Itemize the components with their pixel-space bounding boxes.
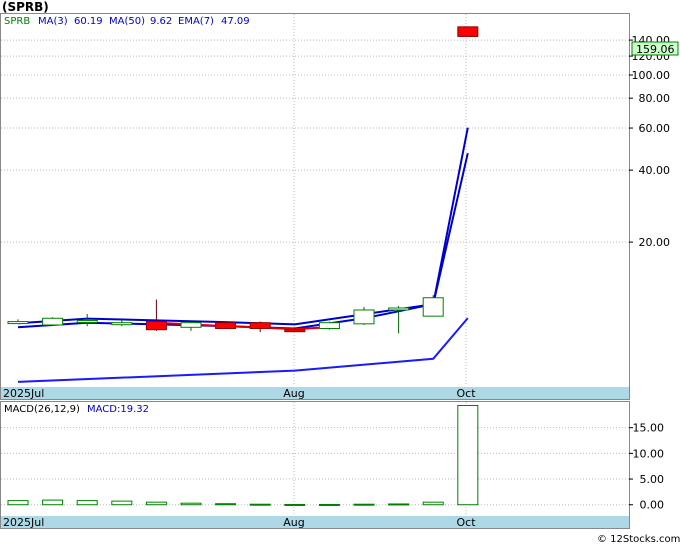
candle-body (215, 322, 237, 330)
price-tick-label: 60.00 (639, 122, 671, 135)
macd-bar (145, 501, 167, 506)
legend-ma3-label: MA(3) (38, 16, 68, 27)
macd-bar (353, 503, 375, 506)
last-price-tag: 159.06 (631, 41, 679, 56)
price-tick-label: 20.00 (639, 236, 671, 249)
macd-axis-labels: 0.00 5.00 10.00 15.00 (633, 422, 665, 512)
candle-body (353, 309, 375, 325)
macd-tick-label: 15.00 (633, 422, 665, 435)
macd-bar (284, 503, 306, 506)
macd-bar (318, 503, 340, 506)
macd-panel (0, 401, 630, 529)
legend-ma3-value: 60.19 (74, 16, 103, 27)
price-tick-label: 100.00 (632, 69, 671, 82)
macd-bar (388, 503, 410, 506)
macd-tick-label: 5.00 (640, 473, 665, 486)
price-xtick-label: Aug (283, 387, 304, 400)
candle-body (318, 322, 340, 330)
candle-body (422, 297, 444, 317)
macd-bar (249, 503, 271, 506)
macd-tick-label: 10.00 (633, 447, 665, 460)
price-xtick-label: 2025Jul (3, 387, 44, 400)
macd-bar (215, 503, 237, 506)
candle-body (388, 307, 410, 311)
legend-ma50-label: MA(50) (109, 16, 145, 27)
candle-body (284, 329, 306, 333)
candle-body (249, 322, 271, 330)
footer-credit: © 12Stocks.com (597, 534, 680, 545)
candle-body (180, 322, 202, 328)
macd-xaxis-band (1, 516, 629, 528)
macd-xtick-label: Aug (283, 516, 304, 529)
stock-chart: (SPRB) 20.0040.0060.0080.00100.00120.001… (0, 0, 680, 545)
macd-value: MACD:19.32 (87, 404, 149, 415)
macd-bar (111, 500, 133, 506)
candle-body (42, 317, 64, 326)
macd-xtick-label: 2025Jul (3, 516, 44, 529)
candle-body (7, 321, 29, 325)
macd-legend: MACD(26,12,9) MACD:19.32 (4, 404, 149, 415)
candle-body (457, 26, 479, 37)
legend-ema7-label: EMA(7) (178, 16, 214, 27)
macd-bar (42, 499, 64, 506)
macd-bar (7, 500, 29, 506)
last-price-value: 159.06 (636, 43, 675, 56)
candle-body (76, 319, 98, 323)
price-panel (0, 13, 630, 400)
legend-symbol: SPRB (4, 16, 30, 27)
legend-ma50-value: 9.62 (150, 16, 172, 27)
legend-ema7-value: 47.09 (221, 16, 250, 27)
macd-bar (180, 502, 202, 506)
macd-bar (457, 404, 479, 506)
macd-xtick-label: Oct (456, 516, 476, 529)
chart-title: (SPRB) (2, 0, 49, 14)
macd-bar (76, 500, 98, 506)
price-axis-labels: 20.0040.0060.0080.00100.00120.00140.00 (632, 34, 671, 249)
price-tick-label: 80.00 (639, 92, 671, 105)
macd-tick-label: 0.00 (640, 499, 665, 512)
price-xaxis-band (1, 387, 629, 399)
price-xtick-label: Oct (456, 387, 476, 400)
macd-params: MACD(26,12,9) (4, 404, 80, 415)
macd-bar (422, 501, 444, 506)
price-tick-label: 40.00 (639, 164, 671, 177)
candle-body (145, 321, 167, 331)
price-legend: SPRB MA(3) 60.19 MA(50) 9.62 EMA(7) 47.0… (4, 16, 250, 27)
candle-body (111, 322, 133, 326)
